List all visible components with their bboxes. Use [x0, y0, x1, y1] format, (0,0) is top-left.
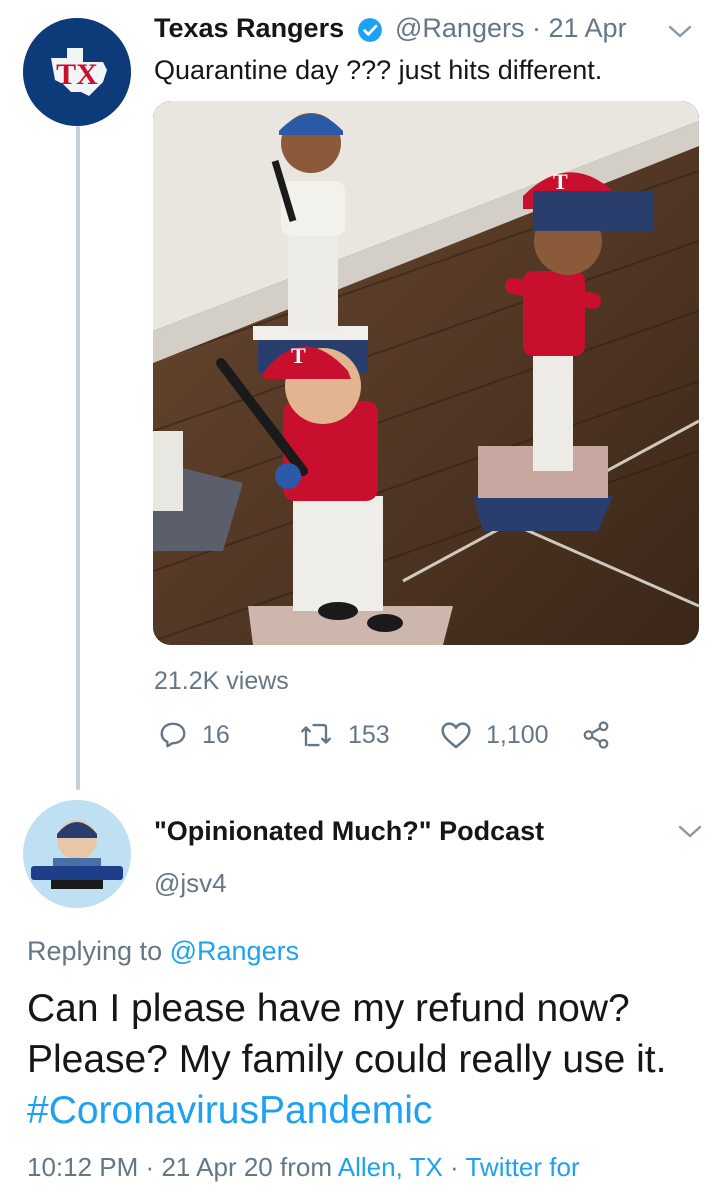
like-button[interactable]: 1,100	[440, 720, 549, 750]
reply-date: 21 Apr 20	[161, 1152, 273, 1182]
meta-separator-2: ·	[450, 1152, 459, 1182]
hashtag-link[interactable]: #CoronavirusPandemic	[27, 1089, 432, 1132]
reply-chevron-down-icon[interactable]	[675, 822, 705, 842]
retweet-button[interactable]: 153	[298, 720, 390, 750]
svg-text:T: T	[553, 169, 568, 194]
reply-author-handle[interactable]: @jsv4	[154, 868, 227, 899]
tweet-author-name[interactable]: Texas Rangers	[154, 13, 344, 44]
reply-button[interactable]: 16	[158, 720, 230, 750]
chevron-down-icon[interactable]	[665, 22, 695, 42]
replying-to-label: Replying to	[27, 936, 163, 966]
svg-text:T: T	[291, 343, 306, 368]
reply-icon	[160, 722, 186, 748]
rangers-logo-text: TX	[56, 58, 98, 91]
verified-badge-icon	[358, 18, 382, 42]
rangers-avatar[interactable]: TX	[23, 18, 131, 126]
replying-to-line: Replying to @Rangers	[27, 936, 299, 967]
retweet-icon	[301, 723, 331, 747]
reply-text-body: Can I please have my refund now? Please?…	[27, 987, 667, 1081]
tweet-handle-date: @Rangers · 21 Apr	[395, 13, 627, 44]
reply-author-name[interactable]: "Opinionated Much?" Podcast	[154, 816, 544, 847]
like-count: 1,100	[486, 720, 549, 749]
separator-dot: ·	[531, 13, 541, 43]
rangers-logo-icon: TX	[23, 18, 131, 126]
view-count: 21.2K views	[154, 667, 289, 695]
reply-count: 16	[202, 720, 230, 749]
heart-icon	[441, 722, 471, 749]
tweet-author-handle[interactable]: @Rangers	[395, 13, 524, 43]
podcast-avatar[interactable]	[23, 800, 131, 908]
source-link[interactable]: Twitter for	[465, 1152, 579, 1182]
share-icon	[583, 721, 609, 749]
tweet-date[interactable]: 21 Apr	[549, 13, 627, 43]
reply-text: Can I please have my refund now? Please?…	[27, 983, 707, 1136]
meta-separator: ·	[145, 1152, 155, 1182]
location-link[interactable]: Allen, TX	[338, 1152, 443, 1182]
reply-time: 10:12 PM	[27, 1152, 139, 1182]
tweet-video[interactable]: T T	[153, 101, 699, 645]
share-button[interactable]	[580, 720, 612, 750]
thread-connector-line	[76, 126, 80, 790]
podcast-logo-icon	[23, 800, 131, 908]
from-label: from	[279, 1152, 332, 1182]
reply-meta: 10:12 PM · 21 Apr 20 from Allen, TX · Tw…	[27, 1152, 580, 1183]
bobblehead-figures-image: T T	[153, 101, 699, 645]
tweet-text: Quarantine day ??? just hits different.	[154, 55, 603, 85]
replying-to-link[interactable]: @Rangers	[170, 936, 299, 966]
retweet-count: 153	[348, 720, 390, 749]
